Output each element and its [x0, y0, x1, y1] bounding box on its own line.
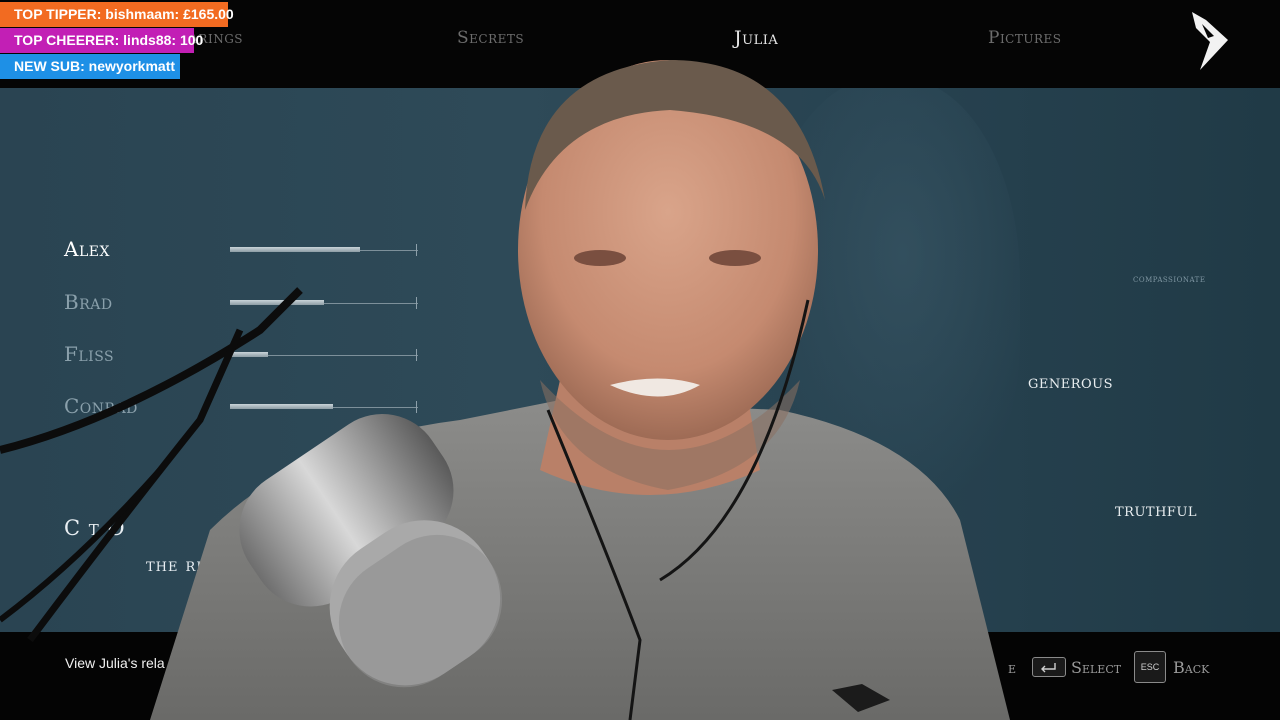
relationship-bar-fill	[230, 352, 268, 357]
tab-julia[interactable]: Julia	[734, 27, 778, 49]
relationship-name: Alex	[64, 237, 110, 261]
relationship-bar-end	[416, 401, 417, 413]
esc-key-icon[interactable]: ESC	[1134, 651, 1166, 683]
relationship-bar-end	[416, 349, 417, 361]
chapter-title-line1: C t O	[64, 516, 126, 540]
relationships-panel: Alex Brad Fliss Conrad compassionate genero…	[0, 88, 1280, 632]
select-label[interactable]: Select	[1071, 658, 1121, 677]
footer-hint: View Julia's rela	[65, 655, 165, 671]
partial-control-label: e	[1008, 658, 1017, 677]
relationship-name: Brad	[64, 290, 113, 314]
game-logo-icon	[1192, 12, 1228, 70]
trait-truthful[interactable]: truthful	[1115, 500, 1197, 521]
trait-compassionate[interactable]: compassionate	[1133, 274, 1205, 285]
enter-key-icon[interactable]	[1032, 657, 1066, 677]
relationship-bar-end	[416, 297, 417, 309]
relationship-bar-fill	[230, 247, 360, 252]
relationship-bar-fill	[230, 404, 333, 409]
tab-secrets[interactable]: Secrets	[457, 28, 524, 48]
relationship-name: Conrad	[64, 394, 138, 418]
back-label[interactable]: Back	[1173, 658, 1209, 677]
top-tipper-badge: TOP TIPPER: bishmaam: £165.00	[0, 2, 234, 27]
relationship-bar-fill	[230, 300, 324, 305]
relationship-bar-end	[416, 244, 417, 256]
top-cheerer-badge: TOP CHEERER: linds88: 100	[0, 28, 203, 53]
chapter-title-line2: the rest	[146, 554, 227, 576]
trait-generous[interactable]: generous	[1028, 372, 1113, 393]
new-sub-badge: NEW SUB: newyorkmatt	[0, 54, 180, 79]
tab-pictures[interactable]: Pictures	[988, 28, 1062, 48]
character-portrait	[760, 88, 1020, 518]
relationship-name: Fliss	[64, 342, 115, 366]
